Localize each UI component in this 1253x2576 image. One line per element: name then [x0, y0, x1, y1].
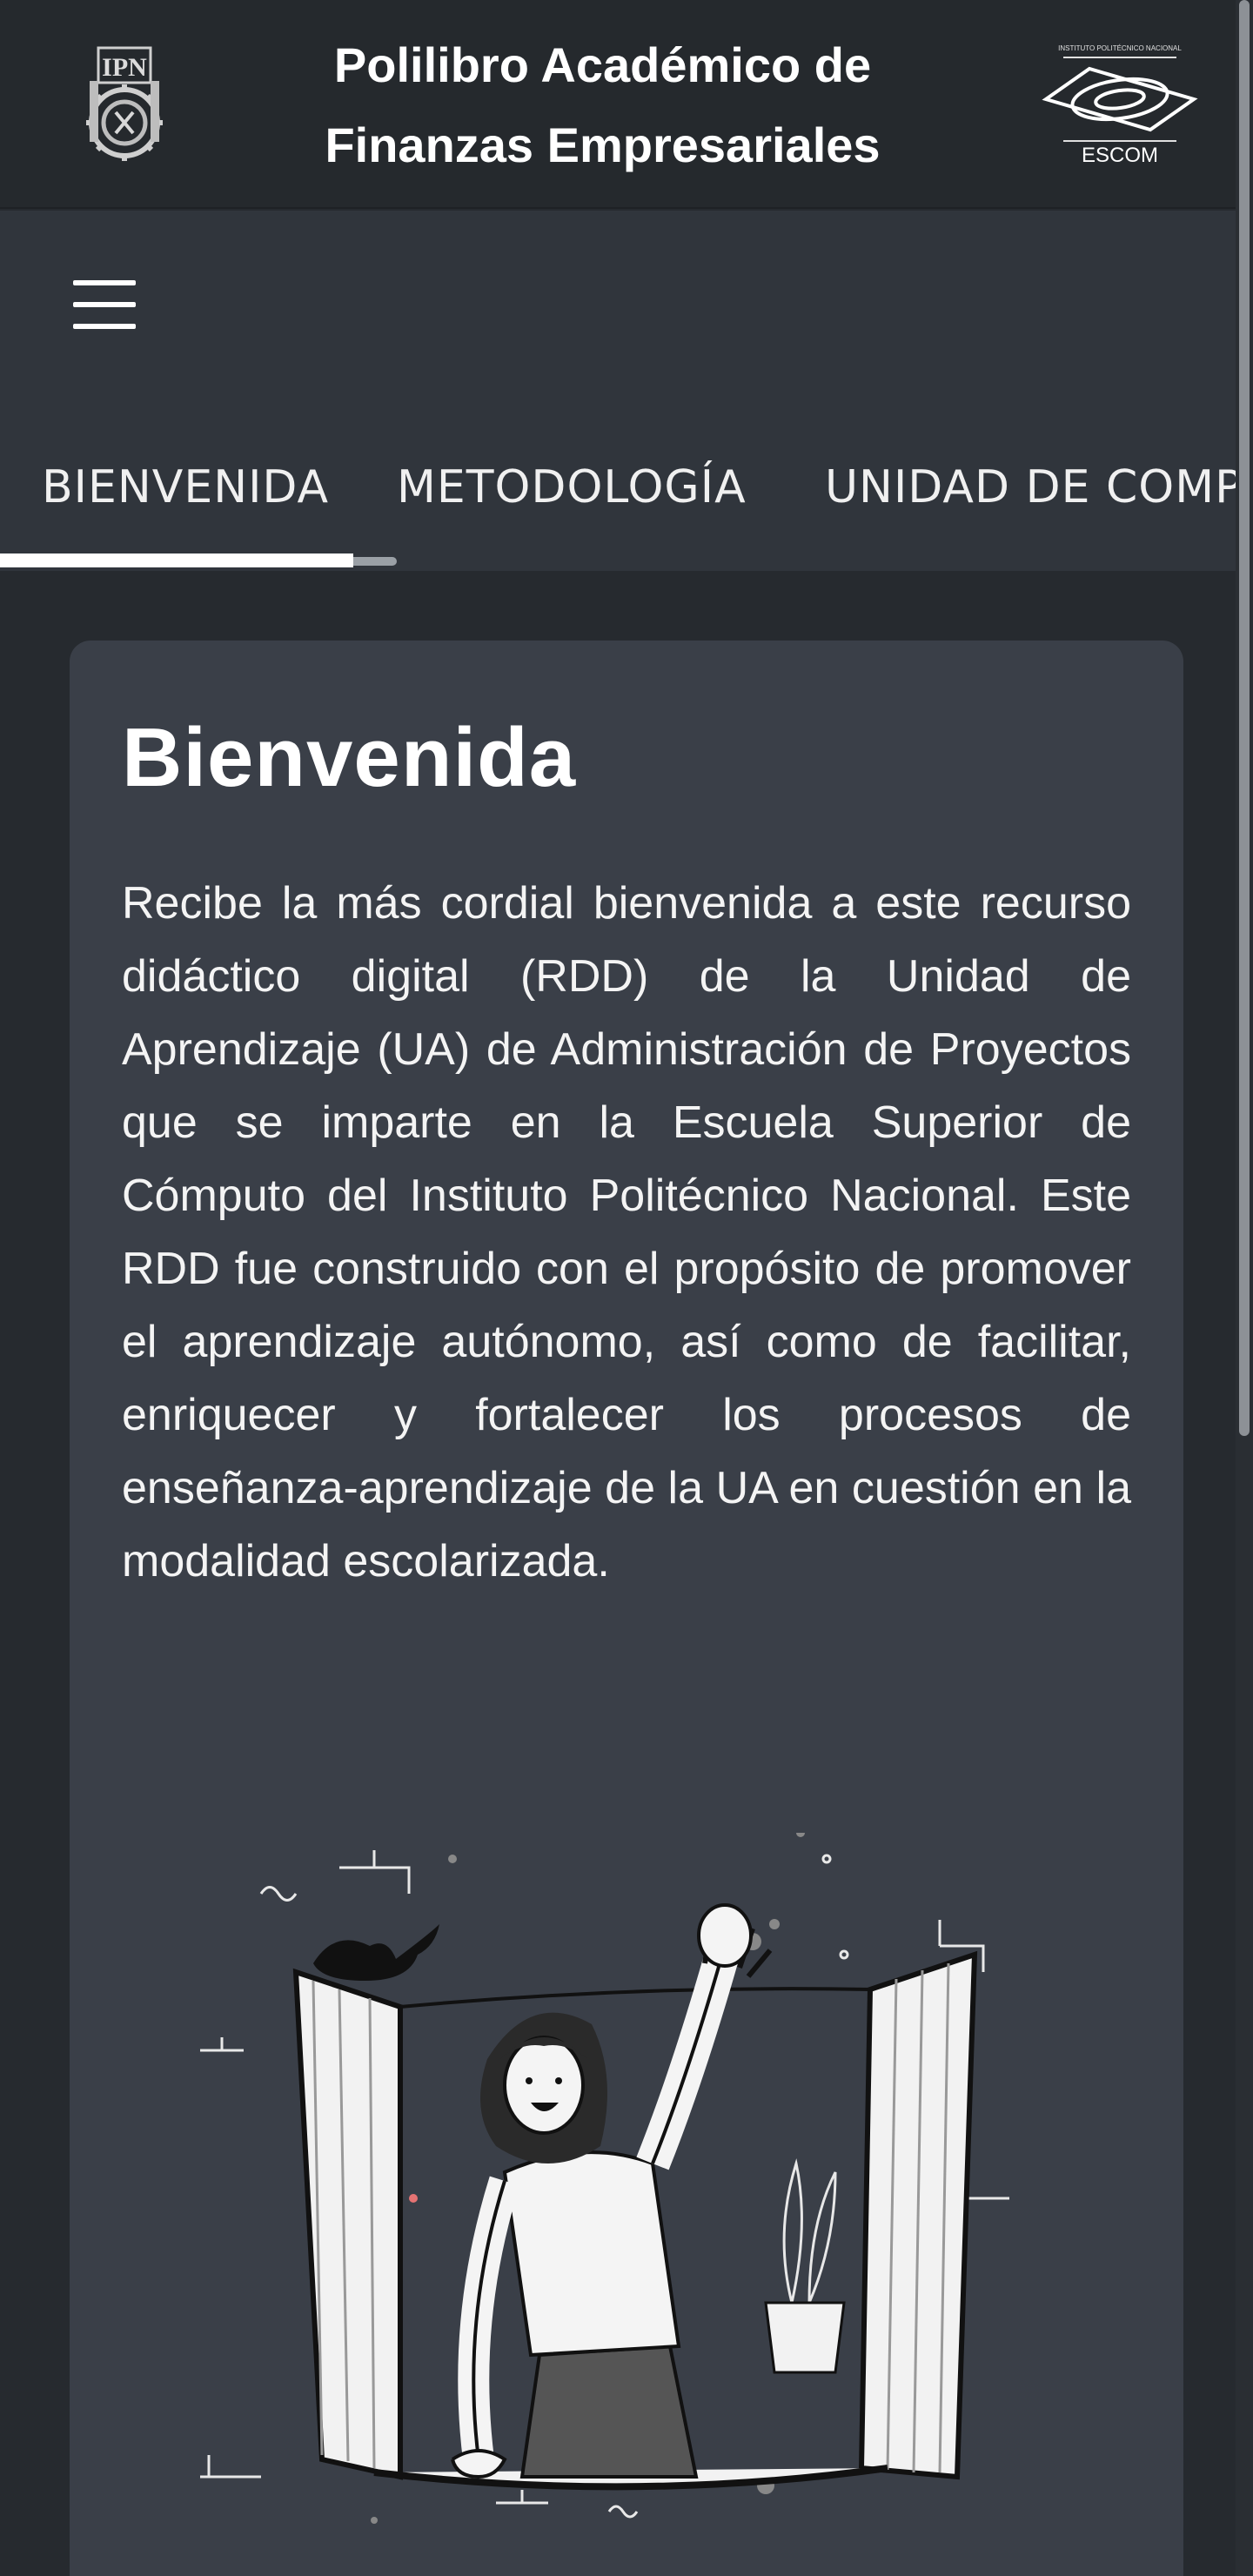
tab-bar: BIENVENIDA METODOLOGÍA UNIDAD DE COMPETE…: [0, 385, 1236, 571]
tab-bienvenida[interactable]: BIENVENIDA: [42, 461, 329, 513]
app-title: Polilibro Académico de Finanzas Empresar…: [168, 22, 1037, 185]
app-title-line-2: Finanzas Empresariales: [325, 117, 881, 172]
menu-bar-bottom: [73, 324, 136, 329]
app-header: IPN Polilibro Académico de Finanzas Empr…: [0, 0, 1236, 209]
svg-text:INSTITUTO POLITÉCNICO NACIONAL: INSTITUTO POLITÉCNICO NACIONAL: [1058, 44, 1182, 52]
tab-scroll-indicator: [353, 557, 397, 566]
toolbar: [0, 211, 1236, 385]
tab-unidad-de-competencia[interactable]: UNIDAD DE COMPETENCIA: [825, 461, 1236, 513]
app-title-line-1: Polilibro Académico de: [333, 37, 872, 92]
menu-bar-middle: [73, 302, 136, 307]
hamburger-menu-icon[interactable]: [70, 280, 136, 329]
svg-text:ESCOM: ESCOM: [1082, 144, 1158, 167]
menu-bar-top: [73, 280, 136, 285]
card-title: Bienvenida: [122, 711, 577, 804]
page-scrollbar-thumb[interactable]: [1239, 0, 1250, 1436]
escom-logo-icon: INSTITUTO POLITÉCNICO NACIONAL ESCOM: [1042, 44, 1198, 167]
woman-waving-window-illustration: [200, 1833, 1009, 2524]
card-body-text: Recibe la más cordial bienvenida a este …: [122, 878, 1131, 1587]
main-content: Bienvenida Recibe la más cordial bienven…: [0, 571, 1236, 2576]
ipn-logo-icon: IPN: [86, 46, 163, 161]
svg-text:IPN: IPN: [102, 53, 147, 82]
page-scrollbar[interactable]: [1236, 0, 1253, 2576]
welcome-card: Bienvenida Recibe la más cordial bienven…: [70, 641, 1183, 2576]
tab-metodologia[interactable]: METODOLOGÍA: [397, 461, 747, 513]
active-tab-indicator: [0, 553, 353, 567]
